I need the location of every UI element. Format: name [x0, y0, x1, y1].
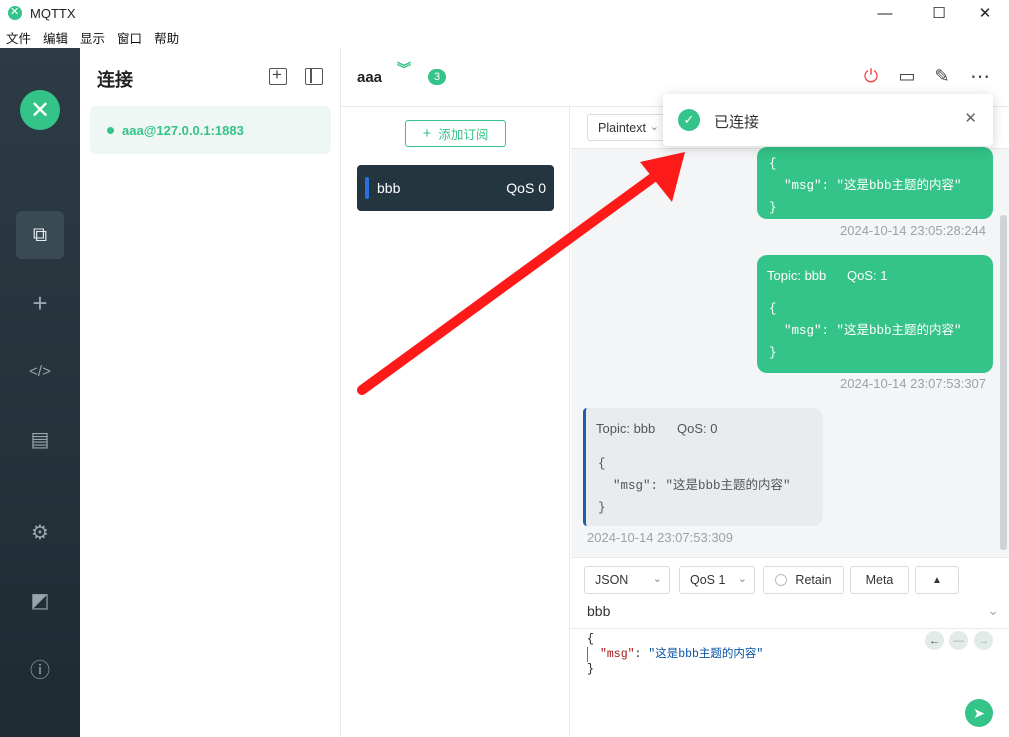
chevron-down-icon: ⌄	[649, 121, 659, 133]
nav-sidebar: ✕ ⧉ + </> ▤ ⚙ ◩ ⓘ	[0, 48, 80, 737]
message-bubble: Topic: bbb QoS: 0 { "msg": "这是bbb主题的内容" …	[583, 408, 823, 526]
success-check-icon: ✓	[678, 109, 700, 131]
message-qos: QoS: 1	[847, 268, 888, 283]
brand-logo-icon: ✕	[20, 90, 60, 130]
annotation-arrow	[357, 152, 685, 395]
toggle-panel-icon[interactable]	[305, 68, 323, 85]
message-timestamp: 2024-10-14 23:05:28:244	[840, 223, 987, 238]
scrollbar[interactable]	[1000, 215, 1007, 550]
retain-label: Retain	[795, 573, 832, 587]
minimize-button[interactable]: —	[862, 0, 908, 26]
menu-help[interactable]: 帮助	[154, 28, 179, 47]
menu-file[interactable]: 文件	[6, 28, 31, 47]
menu-edit[interactable]: 编辑	[43, 28, 68, 47]
payload-line: {	[587, 633, 594, 646]
plus-icon[interactable]: +	[16, 279, 64, 327]
topic-history-chevron-icon[interactable]: ⌄	[987, 602, 999, 619]
publish-format-select[interactable]: JSON ⌄	[584, 566, 670, 594]
payload-sep: :	[634, 648, 649, 661]
chevron-down-icon: ⌄	[652, 573, 662, 585]
message-payload: { "msg": "这是bbb主题的内容" }	[598, 457, 791, 515]
message-bubble: Topic: bbb QoS: 1 { "msg": "这是bbb主题的内容" …	[757, 255, 993, 373]
send-icon[interactable]: ➤	[965, 699, 993, 727]
maximize-button[interactable]: ☐	[916, 0, 962, 26]
publish-qos-value: QoS 1	[690, 573, 726, 587]
connections-heading: 连接	[97, 70, 133, 90]
publish-qos-select[interactable]: QoS 1 ⌄	[679, 566, 755, 594]
message-timestamp: 2024-10-14 23:07:53:307	[840, 376, 987, 391]
info-icon[interactable]: ⓘ	[16, 644, 64, 692]
close-icon[interactable]: ✕	[964, 109, 977, 127]
payload-format-select[interactable]: Plaintext ⌄	[587, 114, 667, 141]
app-logo-icon	[8, 5, 22, 20]
payload-line: "msg": "这是bbb主题的内容"	[587, 647, 763, 662]
publish-topic-input[interactable]: bbb	[587, 603, 610, 619]
connection-item[interactable]: aaa@127.0.0.1:1883	[90, 106, 331, 154]
collapse-chevron-icon[interactable]: ︾	[397, 62, 411, 76]
new-connection-icon[interactable]	[269, 65, 287, 85]
message-payload: { "msg": "这是bbb主题的内容" }	[769, 302, 962, 360]
mqttx-window: MQTTX — ☐ ✕ 文件 编辑 显示 窗口 帮助 ✕ ⧉ + </> ▤ ⚙…	[0, 0, 1009, 737]
message-bubble: { "msg": "这是bbb主题的内容" }	[757, 147, 993, 219]
publish-payload-editor[interactable]: {"msg": "这是bbb主题的内容"}	[587, 632, 763, 677]
history-prev-icon[interactable]: ←	[925, 631, 944, 650]
close-window-button[interactable]: ✕	[962, 0, 1008, 26]
message-qos: QoS: 0	[677, 421, 718, 436]
edit-icon[interactable]: ✎	[930, 64, 954, 88]
message-topic: Topic: bbb	[767, 268, 827, 283]
connection-label: aaa@127.0.0.1:1883	[122, 122, 244, 138]
connection-name: aaa	[357, 69, 383, 86]
expand-button[interactable]: ▲	[915, 566, 959, 594]
toast-message: 已连接	[714, 114, 760, 131]
menu-window[interactable]: 窗口	[117, 28, 142, 47]
history-reset-icon[interactable]: —	[949, 631, 968, 650]
subscription-count-badge: 3	[428, 69, 446, 85]
message-timestamp: 2024-10-14 23:07:53:309	[587, 530, 734, 545]
topic-divider	[571, 628, 1009, 629]
window-title: MQTTX	[30, 5, 76, 21]
retain-radio-icon	[775, 574, 788, 586]
connections-icon[interactable]: ⧉	[16, 211, 64, 259]
arrow-shaft	[357, 169, 663, 395]
payload-key: "msg"	[600, 648, 635, 661]
settings-icon[interactable]: ⚙	[16, 508, 64, 556]
chat-icon[interactable]: ▭	[895, 64, 919, 88]
status-dot-icon	[107, 126, 114, 134]
log-icon[interactable]: ▤	[16, 415, 64, 463]
payload-line: }	[587, 663, 594, 676]
power-icon[interactable]: ⏻	[859, 64, 883, 88]
more-icon[interactable]: ⋯	[968, 64, 992, 88]
message-payload: { "msg": "这是bbb主题的内容" }	[769, 157, 962, 215]
menu-view[interactable]: 显示	[80, 28, 105, 47]
connected-toast: ✓ 已连接 ✕	[663, 94, 993, 146]
payload-value: "这是bbb主题的内容"	[648, 648, 764, 661]
chevron-down-icon: ⌄	[737, 573, 747, 585]
menu-bar: 文件 编辑 显示 窗口 帮助	[0, 26, 1009, 48]
history-next-icon[interactable]: →	[974, 631, 993, 650]
meta-button[interactable]: Meta	[850, 566, 909, 594]
connections-panel: 连接 aaa@127.0.0.1:1883	[80, 48, 341, 737]
message-topic: Topic: bbb	[596, 421, 656, 436]
retain-toggle[interactable]: Retain	[763, 566, 844, 594]
publish-format-value: JSON	[595, 573, 629, 587]
publish-panel: JSON ⌄ QoS 1 ⌄ Retain Meta ▲ bbb ⌄ {"msg…	[571, 557, 1009, 737]
title-bar: MQTTX — ☐ ✕	[0, 0, 1009, 26]
rss-icon[interactable]: ◩	[16, 576, 64, 624]
code-icon[interactable]: </>	[16, 347, 64, 395]
payload-format-value: Plaintext	[598, 120, 646, 135]
